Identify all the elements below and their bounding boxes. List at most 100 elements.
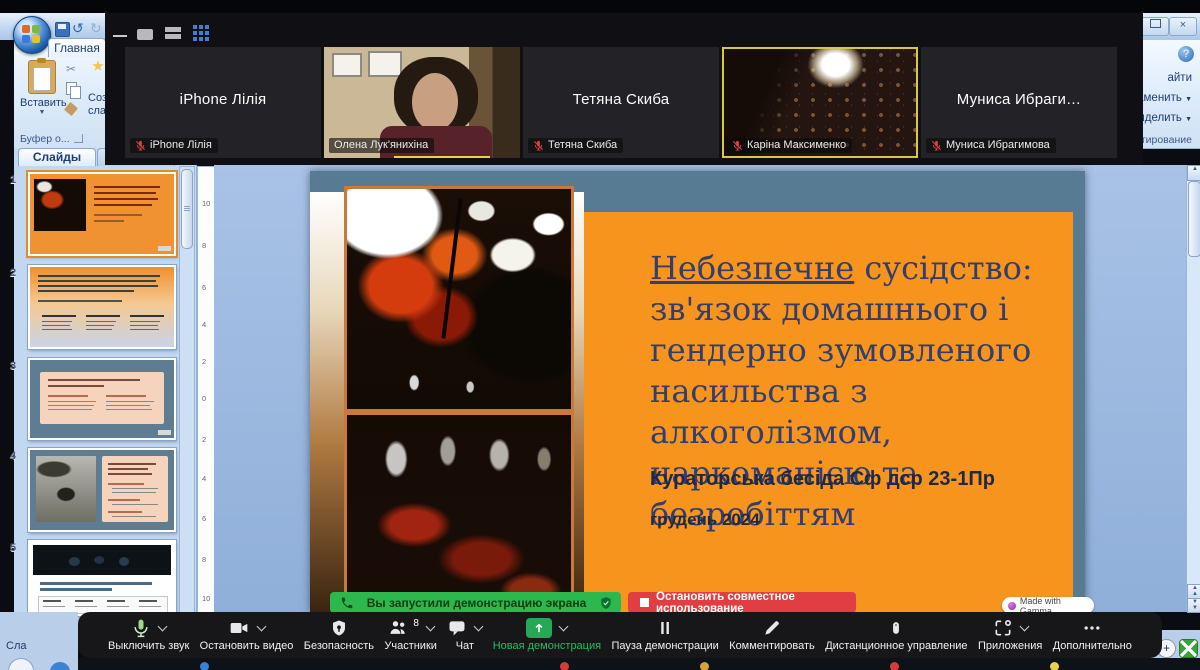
zoom-toolbar: Выключить звук Остановить видео Безопасн… [78, 612, 1162, 658]
participants-button[interactable]: 8 Участники [384, 618, 437, 652]
zoom-video-strip: iPhone Лілія iPhone Лілія Олена Лук'яних… [105, 13, 1143, 165]
more-dots-icon [1084, 626, 1100, 630]
stop-banner-text: Остановить совместное использование [656, 590, 795, 615]
chat-icon [449, 621, 465, 636]
main-scrollbar[interactable]: ▲ ▲ ▲ ▼ ▼ [1186, 165, 1200, 613]
mic-muted-icon [135, 140, 146, 151]
mouse-icon [893, 622, 900, 634]
mic-muted-icon [931, 140, 942, 151]
share-screen-icon [526, 618, 553, 638]
close-window-button[interactable]: × [1169, 17, 1197, 36]
fit-to-window-button[interactable] [1179, 639, 1198, 658]
tab-slides[interactable]: Слайды [18, 148, 96, 166]
editing-group-label: тирование [1140, 134, 1192, 146]
panel-scrollbar[interactable] [179, 166, 195, 632]
redo-icon[interactable]: ↻ [90, 21, 102, 35]
strip-view-icon[interactable] [165, 27, 181, 32]
stop-icon [640, 598, 649, 607]
editing-area: Небезпечне сусідство: зв'язок домашнього… [214, 165, 1186, 612]
gallery-view-icon[interactable] [193, 25, 209, 41]
taskbar-icon-dot [700, 662, 709, 670]
undo-icon[interactable]: ↺ [72, 21, 84, 35]
paste-dropdown-arrow-icon[interactable]: ▼ [20, 109, 64, 116]
cut-icon[interactable]: ✂ [66, 62, 76, 76]
chevron-down-icon[interactable] [425, 621, 436, 632]
apps-icon [995, 620, 1011, 636]
slide-number-2: 2 [10, 267, 17, 279]
participant-tile[interactable]: Тетяна Скиба Тетяна Скиба [523, 47, 719, 158]
participant-label: iPhone Лілія [130, 138, 218, 153]
pause-share-button[interactable]: Пауза демонстрации [611, 618, 719, 652]
copy-icon[interactable] [66, 82, 81, 99]
restore-window-button[interactable] [1141, 17, 1169, 36]
slide-thumbnail-3[interactable] [27, 357, 177, 441]
minimize-icon[interactable] [113, 35, 127, 37]
chevron-down-icon[interactable] [256, 621, 267, 632]
slide-number-4: 4 [10, 450, 17, 462]
participant-label: Олена Лук'янихіна [329, 138, 435, 153]
share-banner-text: Вы запустили демонстрацию экрана [366, 595, 587, 610]
screen-share-banner: Вы запустили демонстрацию экрана [330, 592, 621, 613]
chat-button[interactable]: Чат [447, 618, 484, 652]
next-slide-icon[interactable]: ▼ ▼ [1187, 598, 1200, 613]
participants-icon [390, 621, 406, 634]
slide-thumbnail-5[interactable] [27, 539, 177, 617]
slide-canvas: Небезпечне сусідство: зв'язок домашнього… [310, 171, 1085, 612]
participant-label: Муниса Ибрагимова [926, 138, 1056, 153]
lamp-post [441, 198, 463, 339]
previous-slide-icon[interactable]: ▲ ▲ [1187, 584, 1200, 599]
ribbon-tab-home[interactable]: Главная [48, 38, 106, 57]
slide-orange-panel: Небезпечне сусідство: зв'язок домашнього… [584, 212, 1073, 612]
select-button[interactable]: ыделить ▼ [1136, 112, 1192, 124]
single-view-icon[interactable] [137, 29, 153, 40]
replace-button[interactable]: аменить ▼ [1137, 92, 1192, 104]
stop-video-button[interactable]: Остановить видео [200, 618, 293, 652]
pencil-icon [765, 621, 779, 635]
clipboard-icon [28, 58, 56, 94]
participant-label: Тетяна Скиба [528, 138, 624, 153]
participant-tile[interactable]: Муниса Ибраги… Муниса Ибрагимова [921, 47, 1117, 158]
new-share-button[interactable]: Новая демонстрация [493, 618, 601, 652]
slide-number-1: 1 [10, 174, 17, 186]
find-button[interactable]: айти [1167, 72, 1192, 84]
slide-title: Небезпечне сусідство: зв'язок домашнього… [650, 249, 1033, 533]
ppt-status-bar: Сла [0, 612, 78, 670]
slide-thumbnail-4[interactable] [27, 447, 177, 533]
participant-tile-active-speaker[interactable]: Каріна Максименко [722, 47, 918, 158]
participant-label: Каріна Максименко [727, 138, 853, 153]
slide-photo-reflection [344, 412, 574, 612]
annotate-button[interactable]: Комментировать [729, 618, 815, 652]
chevron-down-icon[interactable] [473, 621, 484, 632]
slide-title-underlined: Небезпечне [650, 249, 855, 287]
mute-button[interactable]: Выключить звук [108, 618, 189, 652]
main-scrollbar-thumb[interactable] [1188, 181, 1200, 257]
participant-tile[interactable]: iPhone Лілія iPhone Лілія [125, 47, 321, 158]
dialog-launcher-icon[interactable] [74, 134, 83, 143]
participant-tile[interactable]: Олена Лук'янихіна [324, 47, 520, 158]
taskbar-orb [8, 658, 34, 670]
chevron-down-icon[interactable] [1019, 621, 1030, 632]
slide-thumbnail-2[interactable] [27, 264, 177, 350]
stop-share-banner[interactable]: Остановить совместное использование [628, 590, 856, 615]
apps-button[interactable]: Приложения [978, 618, 1042, 652]
paste-label: Вставить [20, 97, 67, 109]
taskbar-icon-dot [1050, 662, 1059, 670]
scroll-up-icon[interactable]: ▲ [1187, 165, 1200, 181]
security-button[interactable]: Безопасность [304, 618, 374, 652]
slide-date: грудень 2024 [650, 510, 760, 529]
phone-icon [341, 596, 353, 608]
help-icon[interactable]: ? [1178, 46, 1194, 62]
slide-number-5: 5 [10, 542, 17, 554]
gamma-logo-icon [1008, 601, 1016, 610]
office-button-icon[interactable] [13, 16, 51, 54]
panel-scrollbar-thumb[interactable] [181, 169, 193, 249]
slide-thumbnail-1[interactable] [26, 170, 178, 258]
chevron-down-icon[interactable] [558, 621, 569, 632]
screen: ↺ ↻ Главная Вставить ▼ ✂ Соз сла Буфер о… [0, 0, 1200, 670]
remote-control-button[interactable]: Дистанционное управление [825, 618, 968, 652]
save-icon[interactable] [55, 22, 70, 37]
chevron-down-icon[interactable] [157, 621, 168, 632]
thumbnail-photo [33, 545, 171, 575]
more-button[interactable]: Дополнительно [1053, 618, 1132, 652]
paste-button[interactable]: Вставить ▼ [20, 58, 67, 130]
